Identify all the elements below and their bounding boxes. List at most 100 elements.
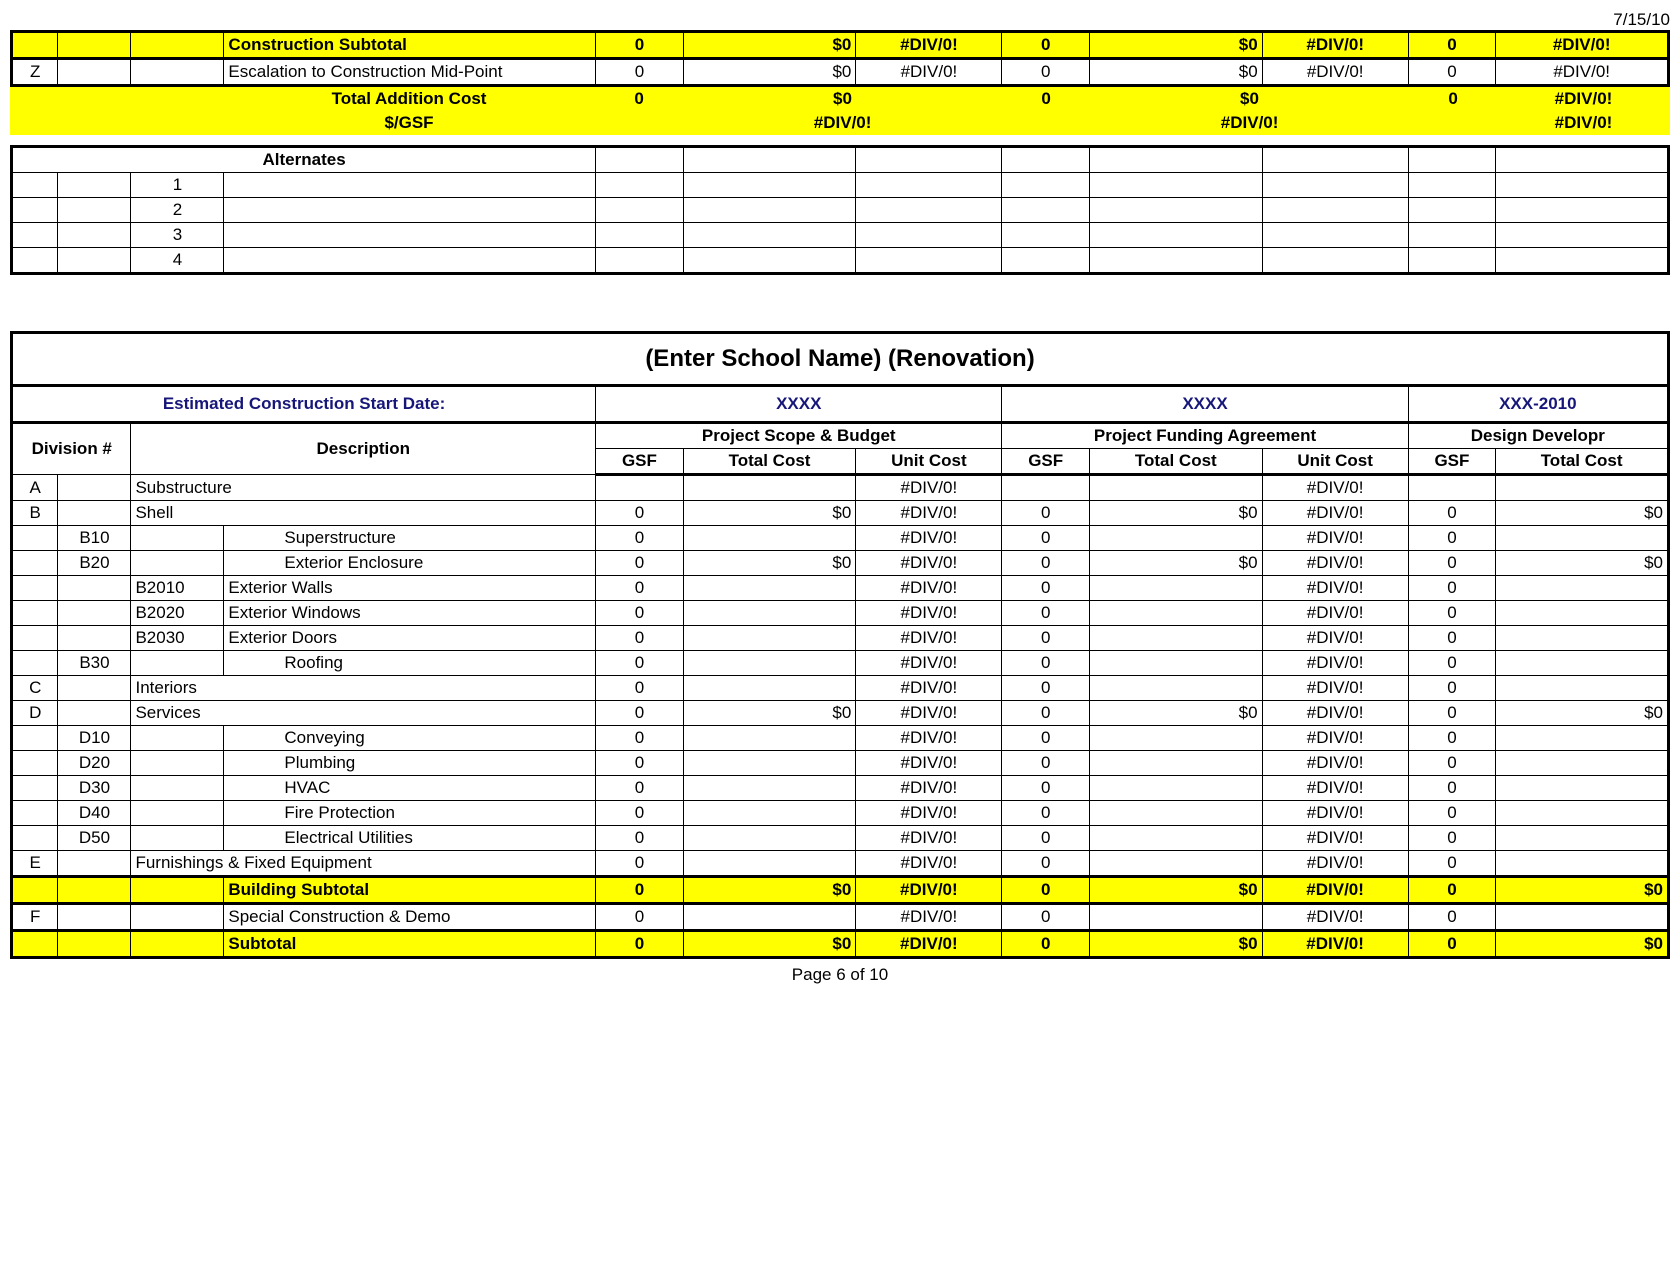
cell: B2020: [131, 601, 224, 626]
cell: Shell: [131, 501, 596, 526]
cell: $0: [1496, 931, 1669, 958]
cell: 0: [1002, 931, 1090, 958]
cell: Exterior Walls: [224, 576, 596, 601]
cell: #DIV/0!: [683, 111, 1002, 135]
col-gsf: GSF: [1408, 449, 1496, 475]
subtotal-row: Subtotal 0 $0 #DIV/0! 0 $0 #DIV/0! 0 $0: [12, 931, 1669, 958]
table-row: D30HVAC0#DIV/0!0#DIV/0!0: [12, 776, 1669, 801]
cell: #DIV/0!: [856, 826, 1002, 851]
cell: 0: [1408, 826, 1496, 851]
school-title: (Enter School Name) (Renovation): [12, 333, 1669, 386]
escalation-label: Escalation to Construction Mid-Point: [224, 59, 596, 86]
alternate-row: 2: [12, 198, 1669, 223]
cell: [683, 676, 856, 701]
building-subtotal-label: Building Subtotal: [224, 877, 596, 904]
cell: $0: [683, 877, 856, 904]
cell: 0: [1408, 751, 1496, 776]
cell: [131, 651, 224, 676]
cell: 0: [596, 877, 684, 904]
cell: [58, 701, 131, 726]
cell: 0: [1408, 877, 1496, 904]
cell: [1496, 626, 1669, 651]
cell: 0: [1002, 501, 1090, 526]
cell: [683, 601, 856, 626]
cell: 0: [596, 776, 684, 801]
cell: [131, 526, 224, 551]
cell: 0: [1408, 676, 1496, 701]
cell: #DIV/0!: [856, 877, 1002, 904]
cell: [12, 526, 58, 551]
cell: [683, 651, 856, 676]
cell: #DIV/0!: [1262, 475, 1408, 501]
cell: #DIV/0!: [1090, 111, 1409, 135]
cell: 0: [1002, 776, 1090, 801]
cell: $0: [683, 931, 856, 958]
cell: [1090, 651, 1263, 676]
cell: 0: [1002, 826, 1090, 851]
table-row: BShell0$0#DIV/0!0$0#DIV/0!0$0: [12, 501, 1669, 526]
alternate-number: 4: [131, 248, 224, 274]
cell: 0: [596, 59, 684, 86]
cell: #DIV/0!: [1262, 904, 1408, 931]
cell: 0: [596, 551, 684, 576]
cell: [683, 776, 856, 801]
cell: 0: [596, 651, 684, 676]
cell: 0: [596, 501, 684, 526]
table-row: B20Exterior Enclosure0$0#DIV/0!0$0#DIV/0…: [12, 551, 1669, 576]
cell: [683, 851, 856, 877]
cell: $0: [1090, 501, 1263, 526]
cell: $0: [1496, 701, 1669, 726]
cell: 0: [596, 626, 684, 651]
page-footer: Page 6 of 10: [10, 965, 1670, 985]
cell: #DIV/0!: [1262, 877, 1408, 904]
cell: [1090, 751, 1263, 776]
cell: [683, 475, 856, 501]
table-row: B2030Exterior Doors0#DIV/0!0#DIV/0!0: [12, 626, 1669, 651]
cell: [58, 501, 131, 526]
cell: #DIV/0!: [1262, 931, 1408, 958]
special-label: Special Construction & Demo: [224, 904, 596, 931]
cell: [1496, 676, 1669, 701]
cell: [683, 801, 856, 826]
cell: 0: [596, 904, 684, 931]
cell: 0: [1408, 726, 1496, 751]
col-division: Division #: [12, 423, 131, 475]
cell: [12, 751, 58, 776]
cell: #DIV/0!: [856, 651, 1002, 676]
cell: [131, 776, 224, 801]
cell: E: [12, 851, 58, 877]
cell: $0: [683, 701, 856, 726]
construction-subtotal-label: Construction Subtotal: [224, 32, 596, 59]
cell: 0: [1002, 59, 1090, 86]
cell: [12, 801, 58, 826]
cell: #DIV/0!: [856, 676, 1002, 701]
cell: [683, 576, 856, 601]
col-total-cost: Total Cost: [1090, 449, 1263, 475]
cell: Fire Protection: [224, 801, 596, 826]
cell: [58, 601, 131, 626]
date-col-2: XXXX: [1002, 386, 1408, 423]
cell: [12, 651, 58, 676]
cell: [1090, 676, 1263, 701]
cell: 0: [1408, 59, 1496, 86]
cell: 0: [1002, 904, 1090, 931]
cell: 0: [1002, 751, 1090, 776]
cell: 0: [1408, 526, 1496, 551]
cell: Roofing: [224, 651, 596, 676]
cell: 0: [596, 601, 684, 626]
cell: [1090, 601, 1263, 626]
cell: 0: [596, 826, 684, 851]
cell: [683, 904, 856, 931]
cell: HVAC: [224, 776, 596, 801]
special-construction-row: F Special Construction & Demo 0 #DIV/0! …: [12, 904, 1669, 931]
cell: $0: [1496, 551, 1669, 576]
cell: 0: [1408, 601, 1496, 626]
cell: [12, 626, 58, 651]
cell: $0: [683, 551, 856, 576]
cell: [1090, 851, 1263, 877]
cell: [12, 576, 58, 601]
cell: [1496, 601, 1669, 626]
table-row: EFurnishings & Fixed Equipment0#DIV/0!0#…: [12, 851, 1669, 877]
cell: #DIV/0!: [1262, 776, 1408, 801]
cell: [683, 751, 856, 776]
